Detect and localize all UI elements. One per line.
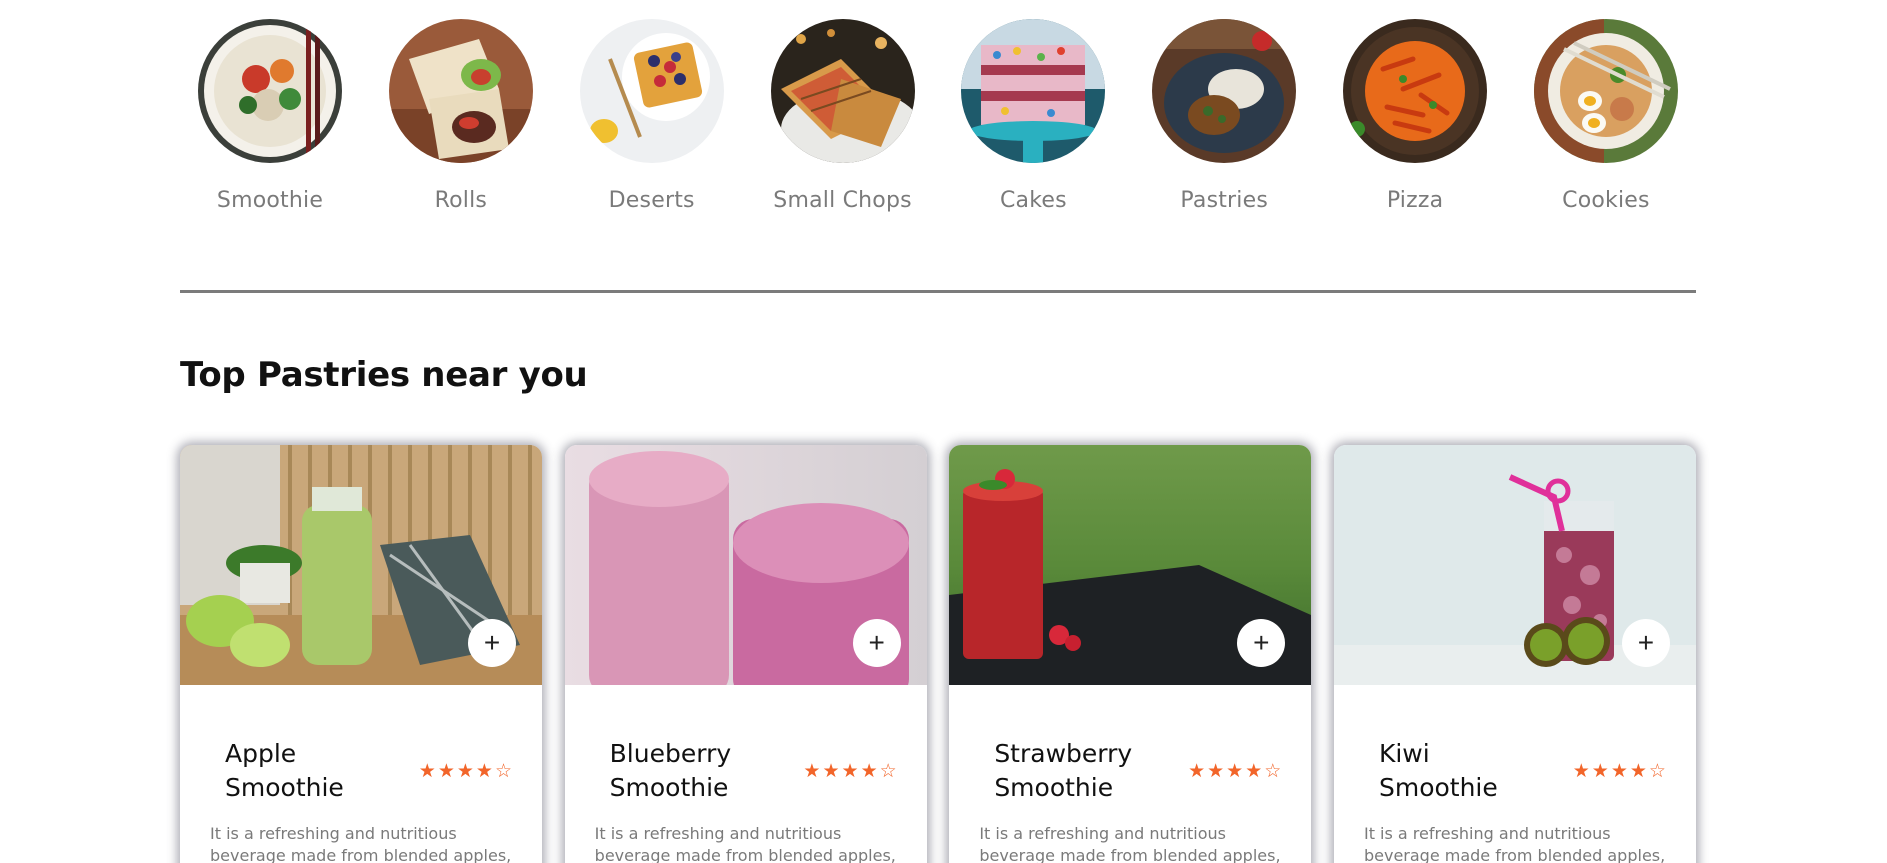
star-empty-icon: ☆ [494, 760, 512, 782]
star-filled-icon: ★ [822, 760, 840, 782]
category-small-chops[interactable]: Small Chops [753, 19, 933, 213]
category-deserts[interactable]: Deserts [562, 19, 742, 213]
star-rating: ★ ★ ★ ★ ☆ [1573, 760, 1666, 782]
category-label: Deserts [608, 188, 695, 213]
star-filled-icon: ★ [841, 760, 859, 782]
section-divider [180, 290, 1696, 293]
noodle-bowl-image [1533, 19, 1678, 163]
star-filled-icon: ★ [803, 760, 821, 782]
ramen-bowl-image [198, 19, 342, 163]
product-card-list: + Apple Smoothie ★ ★ ★ ★ ☆ It is a refreshin… [180, 445, 1696, 863]
product-card[interactable]: + Blueberry Smoothie ★ ★ ★ ★ ☆ It is a refre… [564, 445, 927, 863]
category-list: Smoothie Rolls Deserts Small Chops Cakes… [180, 19, 1696, 213]
product-card[interactable]: + Strawberry Smoothie ★ ★ ★ ★ ☆ It is a refr… [949, 445, 1312, 863]
add-to-cart-button[interactable]: + [1621, 619, 1670, 667]
pasta-image [1343, 19, 1488, 163]
category-pizza[interactable]: Pizza [1325, 19, 1505, 213]
category-label: Pastries [1180, 188, 1269, 213]
category-label: Smoothie [216, 188, 324, 213]
cake-image [961, 19, 1106, 163]
category-cookies[interactable]: Cookies [1516, 19, 1696, 213]
waffle-image [579, 19, 724, 163]
star-rating: ★ ★ ★ ★ ☆ [1188, 760, 1281, 782]
category-cakes[interactable]: Cakes [943, 19, 1123, 213]
star-filled-icon: ★ [456, 760, 474, 782]
product-card[interactable]: + Kiwi Smoothie ★ ★ ★ ★ ☆ It is a refreshing… [1333, 445, 1696, 863]
star-filled-icon: ★ [475, 760, 493, 782]
card-title: Kiwi Smoothie [1378, 739, 1498, 802]
rice-plate-image [1152, 19, 1297, 163]
product-card[interactable]: + Apple Smoothie ★ ★ ★ ★ ☆ It is a refreshin… [180, 445, 542, 863]
category-pastries[interactable]: Pastries [1134, 19, 1314, 213]
star-filled-icon: ★ [1629, 760, 1647, 782]
blueberry-smoothie-image: + [564, 445, 927, 685]
add-to-cart-button[interactable]: + [1237, 619, 1286, 667]
page: Smoothie Rolls Deserts Small Chops Cakes… [0, 0, 1887, 863]
star-filled-icon: ★ [437, 760, 455, 782]
kiwi-smoothie-image: + [1333, 445, 1696, 685]
apple-smoothie-image: + [180, 445, 542, 685]
card-title: Strawberry Smoothie [994, 739, 1133, 802]
sandwich-image [770, 19, 915, 163]
category-label: Rolls [434, 188, 488, 213]
star-empty-icon: ☆ [879, 760, 897, 782]
star-filled-icon: ★ [1207, 760, 1225, 782]
category-label: Cakes [999, 188, 1067, 213]
star-filled-icon: ★ [1245, 760, 1263, 782]
star-rating: ★ ★ ★ ★ ☆ [419, 760, 512, 782]
category-label: Small Chops [773, 188, 912, 213]
star-empty-icon: ☆ [1264, 760, 1282, 782]
card-description: It is a refreshing and nutritious bevera… [210, 824, 512, 863]
wrap-rolls-image [388, 19, 533, 163]
star-filled-icon: ★ [1226, 760, 1244, 782]
category-label: Cookies [1562, 188, 1650, 213]
section-title: Top Pastries near you [180, 355, 588, 395]
star-filled-icon: ★ [1188, 760, 1206, 782]
star-rating: ★ ★ ★ ★ ☆ [803, 760, 896, 782]
star-filled-icon: ★ [1610, 760, 1628, 782]
strawberry-smoothie-image: + [949, 445, 1312, 685]
add-to-cart-button[interactable]: + [852, 619, 901, 667]
star-empty-icon: ☆ [1648, 760, 1666, 782]
card-title: Blueberry Smoothie [609, 739, 732, 802]
star-filled-icon: ★ [418, 760, 436, 782]
category-label: Pizza [1386, 188, 1444, 213]
category-rolls[interactable]: Rolls [371, 19, 551, 213]
card-description: It is a refreshing and nutritious bevera… [979, 824, 1281, 863]
star-filled-icon: ★ [1572, 760, 1590, 782]
card-title: Apple Smoothie [225, 739, 344, 802]
card-description: It is a refreshing and nutritious bevera… [1363, 824, 1666, 863]
category-smoothie[interactable]: Smoothie [180, 19, 360, 213]
card-description: It is a refreshing and nutritious bevera… [594, 824, 896, 863]
add-to-cart-button[interactable]: + [468, 619, 516, 667]
star-filled-icon: ★ [1591, 760, 1609, 782]
star-filled-icon: ★ [860, 760, 878, 782]
